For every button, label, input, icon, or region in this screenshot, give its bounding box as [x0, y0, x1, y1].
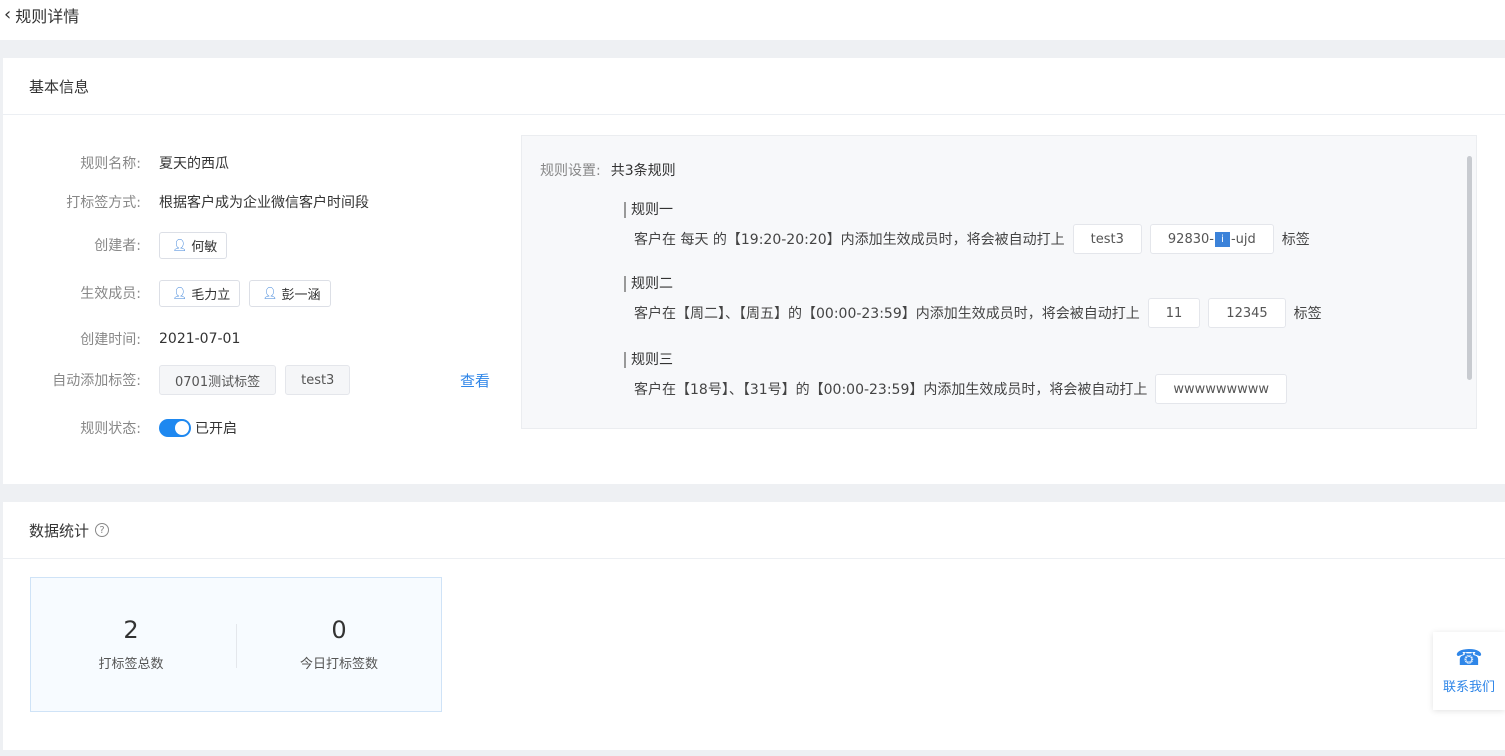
top-bar: ‹ 规则详情 — [0, 0, 1505, 40]
member-name: 彭一涵 — [281, 287, 321, 303]
rule-title: 规则一 — [624, 202, 673, 218]
total-tags-stat: 2 打标签总数 — [31, 616, 231, 672]
view-tags-link[interactable]: 查看 — [460, 370, 490, 391]
rule-item: 规则一 客户在 每天 的【19:20-20:20】内添加生效成员时，将会被自动打… — [624, 202, 1310, 254]
status-text: 已开启 — [195, 421, 237, 437]
back-button[interactable]: ‹ 规则详情 — [4, 2, 79, 28]
scrollbar[interactable] — [1467, 156, 1472, 380]
help-icon[interactable]: ? — [95, 523, 110, 537]
user-icon: 👤︎ — [262, 286, 278, 300]
user-icon: 👤︎ — [172, 238, 188, 252]
rule-status-label: 规则状态: — [80, 421, 141, 437]
tag-method-value: 根据客户成为企业微信客户时间段 — [159, 195, 369, 211]
chevron-left-icon: ‹ — [4, 4, 12, 25]
stats-card: 数据统计 ? 2 打标签总数 0 今日打标签数 — [3, 502, 1505, 750]
stats-panel: 2 打标签总数 0 今日打标签数 — [30, 577, 442, 712]
created-time-label: 创建时间: — [80, 332, 141, 348]
auto-tags-label: 自动添加标签: — [52, 373, 141, 389]
contact-us-button[interactable]: ☎︎ 联系我们 — [1433, 632, 1505, 710]
rule-text: 客户在 每天 的【19:20-20:20】内添加生效成员时，将会被自动打上 — [634, 232, 1065, 248]
basic-info-card: 基本信息 规则名称: 夏天的西瓜 打标签方式: 根据客户成为企业微信客户时间段 … — [3, 58, 1505, 484]
headset-icon: ☎︎ — [1455, 645, 1483, 671]
rules-count: 共3条规则 — [610, 163, 676, 179]
stats-title: 数据统计 — [29, 521, 90, 540]
rule-suffix: 标签 — [1281, 232, 1310, 248]
auto-tags-row: 自动添加标签: 0701测试标签 test3 查看 — [3, 365, 523, 395]
member-name: 毛力立 — [191, 287, 231, 303]
rule-name-label: 规则名称: — [80, 156, 141, 172]
rule-title: 规则三 — [624, 352, 673, 368]
creator-label: 创建者: — [94, 238, 141, 254]
creator-name: 何敏 — [191, 239, 218, 255]
rule-suffix: 标签 — [1293, 306, 1322, 322]
member-chip: 👤︎ 毛力立 — [159, 279, 241, 307]
rule-item: 规则三 客户在【18号】、【31号】的【00:00-23:59】内添加生效成员时… — [624, 352, 1288, 404]
member-chip: 👤︎ 彭一涵 — [249, 279, 331, 307]
tag-chip: 0701测试标签 — [159, 365, 277, 395]
rule-tag: 92830- i -ujd — [1149, 224, 1274, 254]
today-tags-value: 0 — [331, 616, 347, 644]
rule-name-value: 夏天的西瓜 — [159, 156, 229, 172]
tag-chip: test3 — [285, 365, 351, 395]
creator-chip: 👤︎ 何敏 — [159, 231, 228, 259]
rule-tag: 11 — [1147, 298, 1201, 328]
total-tags-value: 2 — [123, 616, 139, 644]
rule-tag: test3 — [1072, 224, 1142, 254]
page-title: 规则详情 — [15, 7, 80, 26]
today-tags-label: 今日打标签数 — [299, 657, 378, 672]
basic-info-header: 基本信息 — [3, 58, 1505, 115]
today-tags-stat: 0 今日打标签数 — [239, 616, 439, 672]
contact-us-label: 联系我们 — [1442, 679, 1495, 695]
info-icon: i — [1214, 231, 1230, 247]
rules-summary: 规则设置: 共3条规则 — [540, 160, 676, 180]
members-label: 生效成员: — [80, 286, 141, 302]
status-toggle[interactable] — [159, 419, 191, 437]
stats-header: 数据统计 ? — [3, 502, 1505, 559]
rule-title: 规则二 — [624, 276, 673, 292]
rule-item: 规则二 客户在【周二】、【周五】的【00:00-23:59】内添加生效成员时，将… — [624, 276, 1322, 328]
divider — [236, 624, 237, 668]
rule-text: 客户在【18号】、【31号】的【00:00-23:59】内添加生效成员时，将会被… — [634, 382, 1148, 398]
created-time-value: 2021-07-01 — [159, 331, 241, 347]
rules-panel: 规则设置: 共3条规则 规则一 客户在 每天 的【19:20-20:20】内添加… — [521, 135, 1477, 429]
user-icon: 👤︎ — [172, 286, 188, 300]
tag-method-label: 打标签方式: — [66, 195, 141, 211]
rule-tag: wwwwwwwww — [1155, 374, 1288, 404]
total-tags-label: 打标签总数 — [98, 657, 164, 672]
rules-label: 规则设置: — [540, 163, 601, 179]
rule-tag: 12345 — [1208, 298, 1286, 328]
rule-text: 客户在【周二】、【周五】的【00:00-23:59】内添加生效成员时，将会被自动… — [634, 306, 1140, 322]
